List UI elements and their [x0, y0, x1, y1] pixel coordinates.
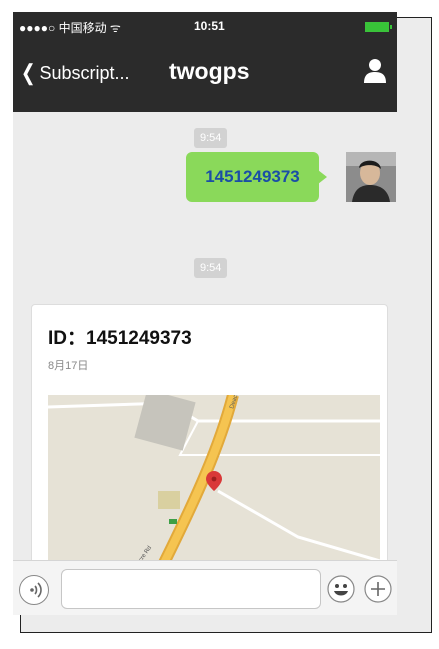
back-button[interactable]: ❮ Subscript... — [19, 60, 130, 86]
battery-icon — [365, 22, 392, 32]
map-thumbnail[interactable]: Deacre Rd Deacre Rd — [48, 395, 380, 560]
device-id: ID：1451249373 — [48, 328, 192, 349]
carrier-label: ●●●●○ 中国移动 ᯤ — [19, 21, 121, 35]
chevron-left-icon: ❮ — [20, 60, 36, 85]
plus-icon[interactable] — [364, 575, 392, 603]
top-bar: ●●●●○ 中国移动 ᯤ 10:51 ❮ Subscript... twogps — [13, 12, 397, 112]
voice-icon[interactable] — [19, 575, 49, 605]
card-date: 8月17日 — [48, 360, 89, 372]
emoji-icon[interactable] — [327, 575, 355, 603]
user-profile-icon[interactable] — [363, 58, 387, 84]
avatar[interactable] — [346, 152, 396, 202]
back-label: Subscript... — [39, 62, 130, 83]
timestamp: 9:54 — [194, 258, 228, 278]
avatar-photo — [346, 152, 396, 202]
input-bar — [13, 560, 397, 615]
message-input[interactable] — [61, 569, 321, 609]
status-bar: ●●●●○ 中国移动 ᯤ 10:51 — [13, 12, 397, 42]
location-card[interactable]: ID：1451249373 8月17日 Deacre Rd Deacre Rd — [31, 304, 388, 560]
status-time: 10:51 — [194, 19, 225, 33]
nav-bar: ❮ Subscript... twogps — [13, 42, 397, 110]
message-bubble[interactable]: 1451249373 — [186, 152, 327, 202]
timestamp: 9:54 — [194, 128, 228, 148]
chat-area[interactable]: 9:54 1451249373 9:54 ID：1451249373 8月17日… — [13, 112, 397, 560]
chat-title: twogps — [169, 58, 250, 84]
